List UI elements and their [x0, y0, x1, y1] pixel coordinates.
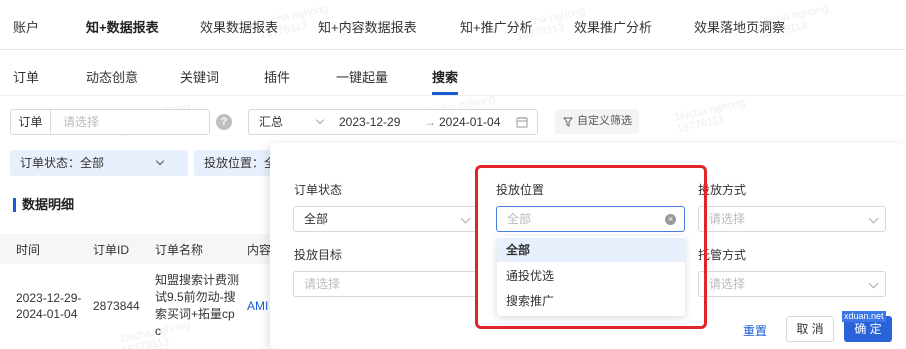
site-watermark: xduan.net — [842, 311, 886, 322]
date-separator-icon: → — [424, 115, 436, 129]
date-start[interactable]: 2023-12-29 — [339, 110, 400, 134]
active-tab-indicator — [432, 92, 458, 95]
delivery-method-placeholder: 请选择 — [709, 212, 746, 226]
table-header: 时间 订单ID 订单名称 内容I — [0, 234, 290, 264]
order-status-select[interactable]: 全部 — [293, 206, 478, 232]
custom-filter-label: 自定义筛选 — [577, 115, 632, 127]
chevron-down-icon — [868, 278, 879, 289]
sub-tab-dynamic-creative[interactable]: 动态创意 — [86, 67, 138, 86]
order-status-label: 订单状态 — [294, 183, 343, 197]
question-circle-icon[interactable]: ? — [216, 114, 232, 130]
section-title: 数据明细 — [13, 198, 74, 212]
filter-icon — [563, 117, 573, 127]
delivery-target-placeholder: 请选择 — [304, 277, 341, 291]
highlight-box — [475, 165, 707, 329]
delivery-target-label: 投放目标 — [294, 248, 343, 262]
sub-tab-boost[interactable]: 一键起量 — [336, 67, 388, 86]
date-end[interactable]: 2024-01-04 — [439, 110, 500, 134]
order-filter[interactable]: 订单 请选择 — [10, 109, 210, 135]
placement-chip-label: 投放位置：全 — [204, 156, 277, 170]
delivery-method-select[interactable]: 请选择 — [698, 206, 886, 232]
sub-tab-search[interactable]: 搜索 — [432, 67, 458, 86]
cell-time: 2023-12-29- 2024-01-04 — [16, 291, 82, 321]
cell-order-id: 2873844 — [93, 299, 140, 313]
sub-tab-order[interactable]: 订单 — [13, 67, 39, 86]
aggregation-value: 汇总 — [259, 115, 284, 129]
hosting-method-select[interactable]: 请选择 — [698, 271, 886, 297]
chevron-down-icon — [315, 115, 325, 125]
cell-order-name: 知盟搜索计费测 试9.5前勿动-搜 索买词+拓量cp c — [155, 273, 240, 338]
delivery-target-select[interactable]: 请选择 — [293, 271, 478, 297]
cell-content-link[interactable]: AMI — [247, 298, 268, 314]
order-filter-input[interactable]: 请选择 — [63, 110, 99, 134]
aggregation-select[interactable]: 汇总 — [248, 109, 338, 135]
order-status-value: 全部 — [304, 212, 329, 226]
top-nav: 账户 知+数据报表 效果数据报表 知+内容数据报表 知+推广分析 效果推广分析 … — [0, 0, 906, 50]
hosting-method-placeholder: 请选择 — [709, 277, 746, 291]
top-tab-landing-insight[interactable]: 效果落地页洞察 — [694, 17, 785, 36]
sub-nav: 订单 动态创意 关键词 插件 一键起量 搜索 — [0, 50, 906, 96]
chevron-down-icon — [155, 156, 165, 166]
sub-tab-plugin[interactable]: 插件 — [264, 67, 290, 86]
column-header-order-id: 订单ID — [93, 243, 130, 257]
order-filter-label: 订单 — [11, 110, 51, 134]
custom-filter-button[interactable]: 自定义筛选 — [555, 109, 639, 134]
top-tab-account[interactable]: 账户 — [13, 17, 39, 36]
chevron-down-icon — [868, 213, 879, 224]
column-header-order-name: 订单名称 — [155, 243, 204, 257]
top-tab-promo-analysis[interactable]: 知+推广分析 — [460, 17, 533, 36]
top-tab-content-report[interactable]: 知+内容数据报表 — [318, 17, 417, 36]
cancel-button[interactable]: 取 消 — [786, 316, 834, 342]
top-tab-effect-promo-analysis[interactable]: 效果推广分析 — [574, 17, 652, 36]
date-range-picker[interactable]: 2023-12-29 → 2024-01-04 — [330, 109, 538, 135]
top-tab-zhi-report[interactable]: 知+数据报表 — [86, 17, 159, 36]
calendar-icon — [516, 117, 528, 128]
order-status-chip-label: 订单状态：全部 — [20, 156, 105, 170]
chevron-down-icon — [460, 213, 471, 224]
column-header-time: 时间 — [16, 243, 41, 257]
top-tab-effect-report[interactable]: 效果数据报表 — [200, 17, 278, 36]
sub-tab-keyword[interactable]: 关键词 — [180, 67, 219, 86]
reset-button[interactable]: 重置 — [743, 322, 767, 339]
order-status-chip[interactable]: 订单状态：全部 — [10, 150, 188, 176]
